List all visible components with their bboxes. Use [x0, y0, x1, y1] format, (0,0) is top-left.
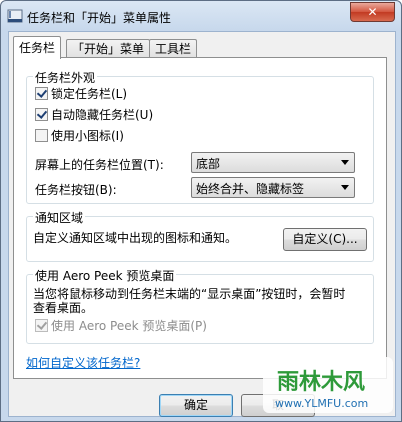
dropdown-arrow-icon: [341, 185, 349, 190]
watermark-text: 雨林木风: [277, 370, 365, 395]
buttons-select[interactable]: 始终合并、隐藏标签: [191, 177, 355, 198]
ok-button[interactable]: 确定: [159, 394, 233, 417]
site-watermark: 雨林木风 www.YLMFU.com: [263, 357, 393, 413]
title-bar[interactable]: 任务栏和「开始」菜单属性 ✕: [1, 1, 401, 31]
properties-dialog: 任务栏和「开始」菜单属性 ✕ 任务栏 「开始」菜单 工具栏 任务栏外观 锁定任务…: [0, 0, 402, 422]
aero-peek-checkbox-label: 使用 Aero Peek 预览桌面(P): [51, 319, 207, 333]
close-button[interactable]: ✕: [350, 2, 395, 22]
notification-group-title: 通知区域: [33, 209, 86, 226]
buttons-label: 任务栏按钮(B):: [35, 183, 117, 197]
checkbox-checked-icon: [35, 87, 48, 100]
aero-peek-description-line2: 查看桌面。: [33, 301, 94, 315]
lock-taskbar-label: 锁定任务栏(L): [51, 87, 128, 101]
aero-peek-group-title: 使用 Aero Peek 预览桌面: [33, 267, 177, 284]
tab-taskbar[interactable]: 任务栏: [13, 36, 62, 59]
appearance-group: 任务栏外观 锁定任务栏(L) 自动隐藏任务栏(U) 使用小图标(I) 屏幕上的任…: [26, 69, 374, 204]
checkbox-checked-icon: [35, 319, 48, 332]
buttons-select-value: 始终合并、隐藏标签: [196, 182, 305, 196]
aero-peek-checkbox[interactable]: 使用 Aero Peek 预览桌面(P): [35, 318, 207, 334]
auto-hide-checkbox[interactable]: 自动隐藏任务栏(U): [35, 107, 153, 123]
customize-button[interactable]: 自定义(C)...: [283, 228, 367, 251]
window-title: 任务栏和「开始」菜单属性: [27, 11, 172, 25]
lock-taskbar-checkbox[interactable]: 锁定任务栏(L): [35, 86, 127, 102]
checkbox-checked-icon: [35, 108, 48, 121]
auto-hide-label: 自动隐藏任务栏(U): [51, 108, 154, 122]
dropdown-arrow-icon: [341, 160, 349, 165]
small-icons-checkbox[interactable]: 使用小图标(I): [35, 128, 124, 144]
taskbar-icon: [7, 9, 23, 23]
tab-panel: 任务栏外观 锁定任务栏(L) 自动隐藏任务栏(U) 使用小图标(I) 屏幕上的任…: [13, 57, 387, 379]
location-label: 屏幕上的任务栏位置(T):: [35, 158, 164, 172]
aero-peek-group: 使用 Aero Peek 预览桌面 当您将鼠标移动到任务栏末端的“显示桌面”按钮…: [26, 267, 374, 344]
tab-toolbars[interactable]: 工具栏: [149, 39, 198, 58]
location-select[interactable]: 底部: [191, 152, 355, 173]
notification-group: 通知区域 自定义通知区域中出现的图标和通知。 自定义(C)...: [26, 209, 374, 262]
location-select-value: 底部: [196, 157, 221, 171]
small-icons-label: 使用小图标(I): [51, 129, 124, 143]
watermark-url: www.YLMFU.com: [275, 397, 368, 410]
appearance-group-title: 任务栏外观: [33, 69, 98, 86]
checkbox-unchecked-icon: [35, 129, 48, 142]
help-link[interactable]: 如何自定义该任务栏?: [26, 354, 140, 371]
tab-start-menu[interactable]: 「开始」菜单: [66, 39, 151, 58]
notification-description: 自定义通知区域中出现的图标和通知。: [33, 231, 238, 245]
